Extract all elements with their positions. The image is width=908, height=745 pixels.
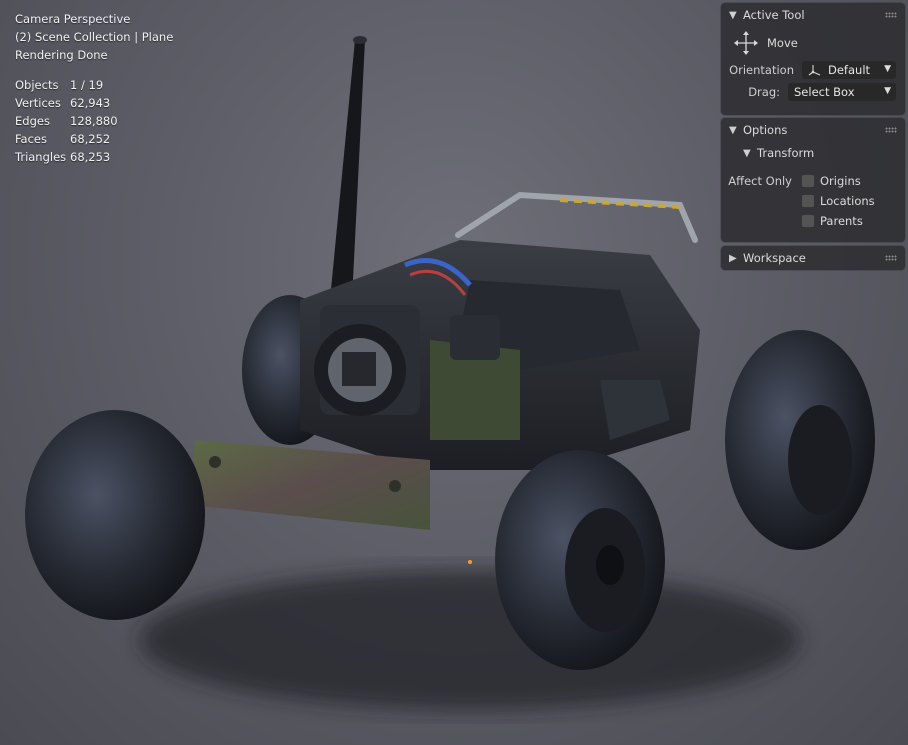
viewport-info-overlay: Camera Perspective (2) Scene Collection … [15,10,173,166]
affect-only-checkboxes: Origins Locations Parents [802,171,875,231]
affect-only-group: Affect Only Origins Locations Parents [721,171,905,231]
workspace-header[interactable]: ▶ Workspace [721,246,905,270]
workspace-title: Workspace [743,251,806,265]
render-status: Rendering Done [15,48,108,62]
checkbox-label: Origins [820,174,861,188]
chevron-down-icon: ▼ [884,86,891,96]
stat-row-edges: Edges 128,880 [15,112,173,130]
active-tool-row[interactable]: Move [721,31,905,55]
stat-label: Faces [15,132,47,146]
orientation-row: Orientation Default ▼ [721,59,905,81]
transform-orientation-icon [808,65,821,76]
transform-subpanel-header[interactable]: ▼ Transform [721,142,905,164]
checkbox-label: Locations [820,194,875,208]
active-tool-title: Active Tool [743,8,805,22]
stat-value: 128,880 [70,114,118,128]
3d-viewport[interactable]: Camera Perspective (2) Scene Collection … [0,0,908,745]
options-title: Options [743,123,788,137]
options-header[interactable]: ▼ Options [721,118,905,142]
stat-value: 1 / 19 [70,78,104,92]
checkbox-origins[interactable]: Origins [802,171,875,191]
drag-value: Select Box [794,85,855,99]
checkbox-box[interactable] [802,175,814,187]
stat-label: Objects [15,78,59,92]
stat-row-faces: Faces 68,252 [15,130,173,148]
drag-grip-icon[interactable] [885,255,897,261]
collection-info: (2) Scene Collection | Plane [15,30,174,44]
scene-statistics: Objects 1 / 19 Vertices 62,943 Edges 128… [15,76,173,166]
options-panel: ▼ Options ▼ Transform Affect Only Origin… [721,118,905,242]
active-tool-panel: ▼ Active Tool Move Orientation Default ▼… [721,3,905,115]
drag-dropdown[interactable]: Select Box ▼ [788,83,896,101]
active-tool-header[interactable]: ▼ Active Tool [721,3,905,27]
move-arrows-icon [734,31,758,55]
checkbox-parents[interactable]: Parents [802,211,875,231]
stat-row-objects: Objects 1 / 19 [15,76,173,94]
checkbox-box[interactable] [802,215,814,227]
transform-title: Transform [757,146,815,160]
stat-row-vertices: Vertices 62,943 [15,94,173,112]
stat-label: Vertices [15,96,61,110]
workspace-panel[interactable]: ▶ Workspace [721,246,905,270]
tool-name: Move [767,36,798,50]
chevron-down-icon: ▼ [743,147,751,159]
drag-grip-icon[interactable] [885,127,897,133]
chevron-right-icon: ▶ [729,252,737,264]
stat-value: 62,943 [70,96,111,110]
stat-row-triangles: Triangles 68,253 [15,148,173,166]
orientation-value: Default [828,63,871,77]
chevron-down-icon: ▼ [884,64,891,74]
chevron-down-icon: ▼ [729,124,737,136]
chevron-down-icon: ▼ [729,9,737,21]
stat-value: 68,253 [70,150,111,164]
orientation-label: Orientation [729,63,794,77]
stat-label: Triangles [15,150,67,164]
affect-only-label: Affect Only [728,174,792,188]
drag-grip-icon[interactable] [885,12,897,18]
orientation-dropdown[interactable]: Default ▼ [802,61,896,79]
checkbox-locations[interactable]: Locations [802,191,875,211]
checkbox-box[interactable] [802,195,814,207]
stat-label: Edges [15,114,50,128]
checkbox-label: Parents [820,214,863,228]
drag-label: Drag: [748,85,780,99]
stat-value: 68,252 [70,132,111,146]
view-name: Camera Perspective [15,12,131,26]
drag-row: Drag: Select Box ▼ [721,81,905,103]
